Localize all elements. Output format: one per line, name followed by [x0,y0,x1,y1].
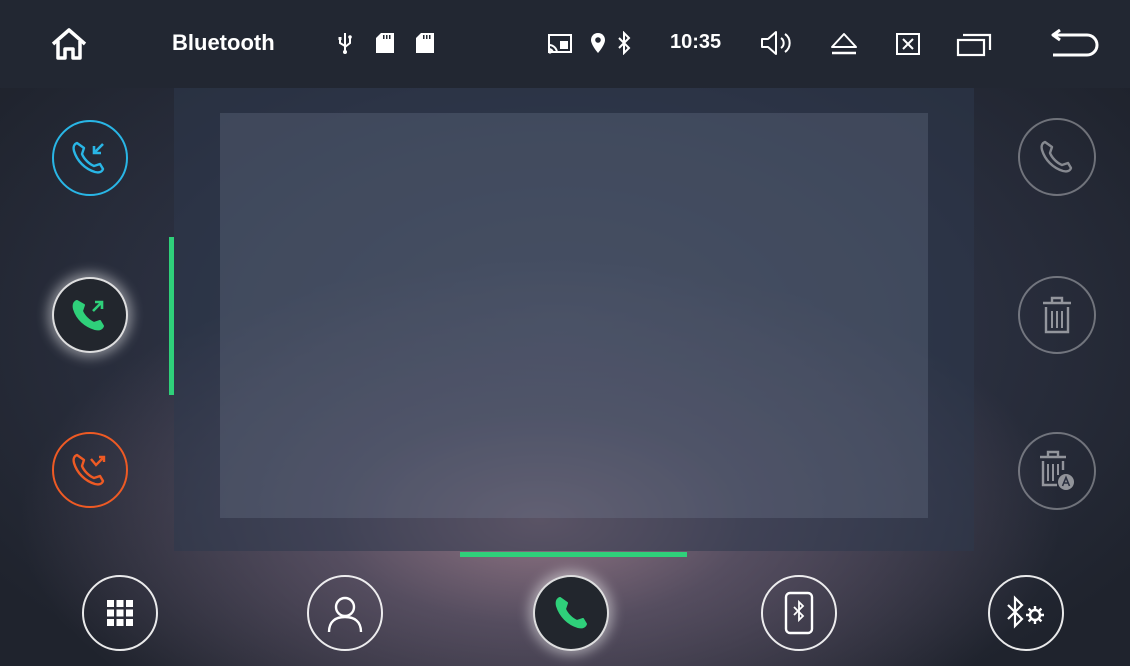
recent-apps-icon[interactable] [954,30,994,58]
call-log-button[interactable] [533,575,609,651]
sd-card-icon [374,30,396,56]
bluetooth-device-button[interactable] [761,575,837,651]
delete-all-icon [1040,450,1074,490]
page-title: Bluetooth [172,30,275,55]
left-tab-indicator [169,237,174,395]
clock: 10:35 [670,31,722,53]
location-icon [588,30,608,56]
eject-icon[interactable] [828,30,860,58]
status-bar: Bluetooth 10:35 [0,0,1130,88]
phone-icon [555,597,587,629]
volume-icon[interactable] [758,28,794,58]
received-calls-tab[interactable] [52,120,128,196]
bluetooth-phone-icon [784,591,814,635]
contacts-icon [327,596,363,633]
contacts-button[interactable] [307,575,383,651]
cast-icon [546,32,574,56]
delete-all-button[interactable] [1018,432,1096,510]
trash-icon [1043,296,1071,334]
bluetooth-settings-icon [1007,595,1044,629]
dialed-calls-tab[interactable] [52,277,128,353]
delete-button[interactable] [1018,276,1096,354]
bottom-nav-indicator [460,552,687,557]
close-window-icon[interactable] [893,30,923,58]
usb-icon [335,30,355,56]
dialpad-button[interactable] [82,575,158,651]
home-icon[interactable] [44,22,94,66]
phone-icon [1040,140,1073,173]
received-call-icon [72,141,105,174]
missed-call-icon [72,453,106,486]
call-list-area[interactable] [220,113,928,518]
bluetooth-icon [614,30,634,56]
dialpad-icon [107,600,133,626]
missed-calls-tab[interactable] [52,432,128,508]
dialed-call-icon [72,300,104,331]
bluetooth-settings-button[interactable] [988,575,1064,651]
back-icon[interactable] [1048,28,1100,62]
sd-card-icon [414,30,436,56]
call-button[interactable] [1018,118,1096,196]
